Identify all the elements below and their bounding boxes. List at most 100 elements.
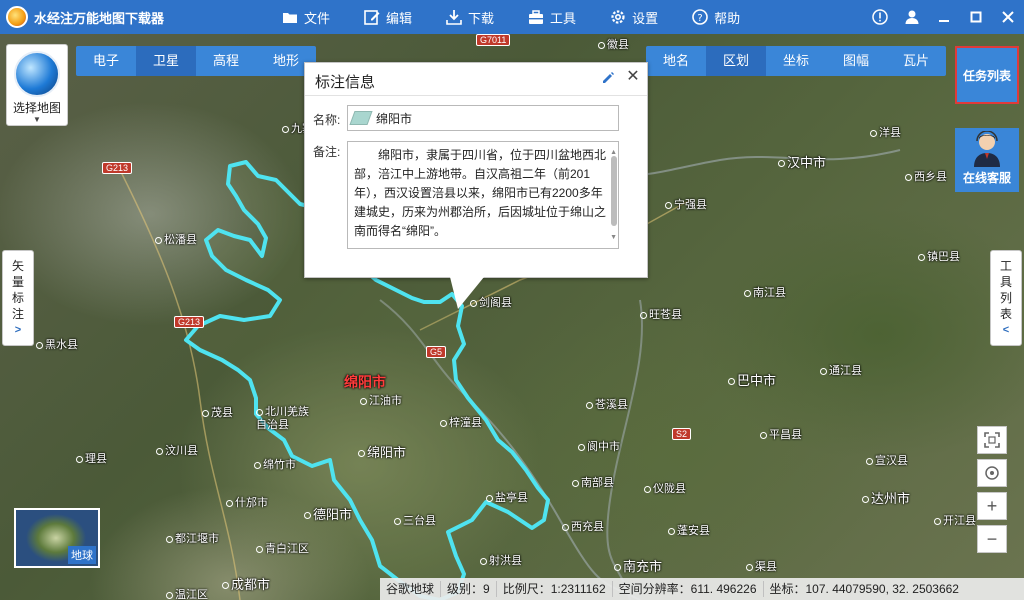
locate-icon[interactable] xyxy=(977,459,1007,487)
place-label[interactable]: 苍溪县 xyxy=(586,396,628,412)
place-label[interactable]: 达州市 xyxy=(862,488,910,507)
place-label[interactable]: 宁强县 xyxy=(665,196,707,212)
scroll-down-icon[interactable]: ▼ xyxy=(586,228,617,247)
place-label[interactable]: 镇巴县 xyxy=(918,248,960,264)
task-list-button[interactable]: 任务列表 xyxy=(955,46,1019,104)
place-label[interactable]: 洋县 xyxy=(870,124,901,140)
menu-help[interactable]: ? 帮助 xyxy=(692,0,740,34)
status-resolution: 空间分辨率：611. 496226 xyxy=(613,581,764,597)
status-source: 谷歌地球 xyxy=(380,581,442,597)
road-shield: G7011 xyxy=(476,34,511,46)
place-label[interactable]: 蓬安县 xyxy=(668,522,710,538)
tab-satellite[interactable]: 卫星 xyxy=(136,46,196,76)
app-logo-icon xyxy=(6,6,28,28)
place-label[interactable]: 青白江区 xyxy=(256,540,309,556)
place-label[interactable]: 茂县 xyxy=(202,404,233,420)
place-label[interactable]: 德阳市 xyxy=(304,504,352,523)
side-tab-char: 具 xyxy=(999,275,1012,289)
menu-download[interactable]: 下载 xyxy=(446,0,494,34)
tab-mapsheet[interactable]: 图幅 xyxy=(826,46,886,76)
place-label[interactable]: 宣汉县 xyxy=(866,452,908,468)
user-icon[interactable] xyxy=(896,0,928,34)
main-menu: 文件 编辑 下载 工具 设置 ? 帮助 xyxy=(282,0,774,34)
vector-annotation-tab[interactable]: 矢 量 标 注 > xyxy=(2,250,34,346)
earth-label: 地球 xyxy=(68,546,96,564)
side-tab-char: 矢 xyxy=(11,259,24,273)
tab-tile[interactable]: 瓦片 xyxy=(886,46,946,76)
name-field[interactable]: 绵阳市 xyxy=(347,105,619,131)
tool-list-tab[interactable]: 工 具 列 表 < xyxy=(990,250,1022,346)
svg-text:?: ? xyxy=(697,13,702,24)
place-label[interactable]: 三台县 xyxy=(394,512,436,528)
popup-title: 标注信息 xyxy=(315,74,376,91)
status-coordinate: 坐标：107. 44079590, 32. 2503662 xyxy=(769,582,959,596)
annotation-popup: 标注信息 ✕ 名称: 绵阳市 备注: 绵阳市，隶属于四川省，位于四川盆地西北部，… xyxy=(304,62,648,278)
fullscreen-icon[interactable] xyxy=(977,426,1007,454)
place-label[interactable]: 通江县 xyxy=(820,362,862,378)
fill-swatch xyxy=(349,111,373,125)
tab-division[interactable]: 区划 xyxy=(706,46,766,76)
close-window-icon[interactable] xyxy=(992,0,1024,34)
place-label[interactable]: 汶川县 xyxy=(156,442,198,458)
place-label[interactable]: 理县 xyxy=(76,450,107,466)
place-label[interactable]: 渠县 xyxy=(746,558,777,574)
place-label[interactable]: 南充市 xyxy=(614,556,662,575)
menu-file[interactable]: 文件 xyxy=(282,0,330,34)
place-label[interactable]: 汉中市 xyxy=(778,152,826,171)
pencil-icon[interactable] xyxy=(601,71,617,87)
online-service-button[interactable]: 在线客服 xyxy=(955,128,1019,192)
maximize-icon[interactable] xyxy=(960,0,992,34)
info-icon[interactable] xyxy=(864,0,896,34)
place-label[interactable]: 南江县 xyxy=(744,284,786,300)
window-controls xyxy=(864,0,1024,34)
place-label[interactable]: 西乡县 xyxy=(905,168,947,184)
place-label[interactable]: 旺苍县 xyxy=(640,306,682,322)
help-icon: ? xyxy=(692,9,708,25)
place-label[interactable]: 梓潼县 xyxy=(440,414,482,430)
place-label[interactable]: 松潘县 xyxy=(155,231,197,247)
minimize-icon[interactable] xyxy=(928,0,960,34)
notes-label: 备注: xyxy=(313,145,341,159)
choose-map-button[interactable]: 选择地图 ▼ xyxy=(6,44,68,126)
place-label[interactable]: 绵竹市 xyxy=(254,456,296,472)
place-label[interactable]: 盐亭县 xyxy=(486,489,528,505)
place-label[interactable]: 成都市 xyxy=(222,574,270,593)
tab-elevation[interactable]: 高程 xyxy=(196,46,256,76)
download-icon xyxy=(446,9,462,25)
place-label[interactable]: 巴中市 xyxy=(728,370,776,389)
zoom-out-icon[interactable]: − xyxy=(977,525,1007,553)
tab-electronic[interactable]: 电子 xyxy=(76,46,136,76)
place-label[interactable]: 南部县 xyxy=(572,474,614,490)
place-label[interactable]: 西充县 xyxy=(562,518,604,534)
zoom-controls: + − xyxy=(977,426,1007,558)
place-label[interactable]: 开江县 xyxy=(934,512,976,528)
menu-settings[interactable]: 设置 xyxy=(610,0,658,34)
zoom-in-icon[interactable]: + xyxy=(977,492,1007,520)
place-label[interactable]: 徽县 xyxy=(598,36,629,52)
place-label[interactable]: 射洪县 xyxy=(480,552,522,568)
place-label[interactable]: 阆中市 xyxy=(578,438,620,454)
place-label-highlight[interactable]: 绵阳市 xyxy=(344,372,386,392)
place-label[interactable]: 平昌县 xyxy=(760,426,802,442)
place-label[interactable]: 江油市 xyxy=(360,392,402,408)
popup-pointer xyxy=(450,277,484,309)
earth-view-button[interactable]: 地球 xyxy=(14,508,100,568)
tab-placename[interactable]: 地名 xyxy=(646,46,706,76)
place-label[interactable]: 仪陇县 xyxy=(644,480,686,496)
notes-scrollbar[interactable] xyxy=(611,156,617,226)
side-tab-char: 量 xyxy=(11,275,24,289)
place-label[interactable]: 温江区 xyxy=(166,586,208,600)
notes-field[interactable]: 绵阳市，隶属于四川省，位于四川盆地西北部，涪江中上游地带。自汉高祖二年（前201… xyxy=(347,141,619,249)
side-tab-char: 注 xyxy=(11,307,24,321)
place-label[interactable]: 什邡市 xyxy=(226,494,268,510)
menu-tools[interactable]: 工具 xyxy=(528,0,576,34)
place-label[interactable]: 北川羌族自治县 xyxy=(256,406,316,432)
place-label[interactable]: 黑水县 xyxy=(36,336,78,352)
place-label[interactable]: 绵阳市 xyxy=(358,442,406,461)
place-label[interactable]: 都江堰市 xyxy=(166,530,219,546)
side-tab-char: 工 xyxy=(999,259,1012,273)
close-icon[interactable]: ✕ xyxy=(625,69,641,85)
side-tab-char: 表 xyxy=(999,307,1012,321)
tab-coordinate[interactable]: 坐标 xyxy=(766,46,826,76)
menu-edit[interactable]: 编辑 xyxy=(364,0,412,34)
